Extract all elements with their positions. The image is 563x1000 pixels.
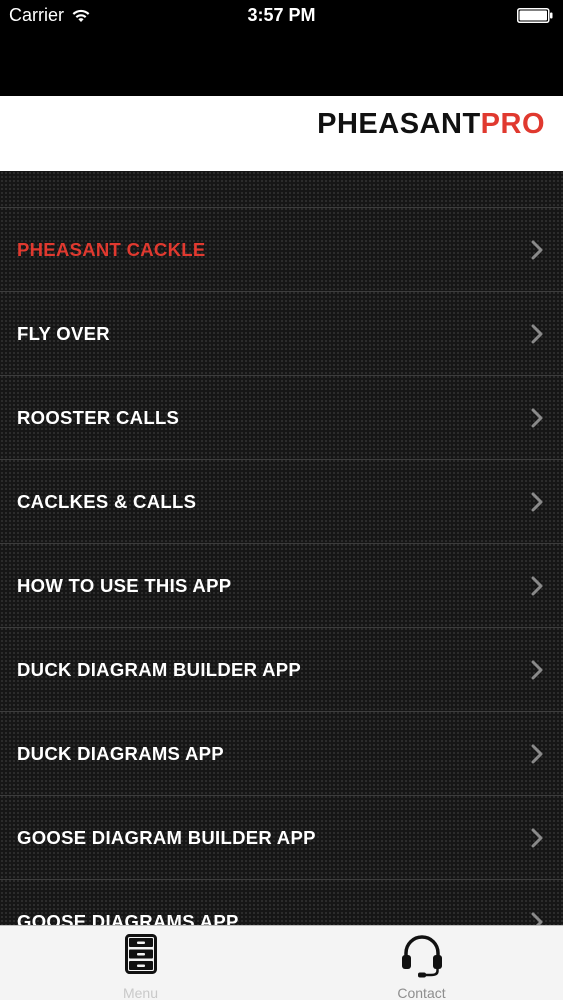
- app-header: PHEASANTPRO: [0, 96, 563, 171]
- app-logo: PHEASANTPRO: [317, 109, 545, 139]
- chevron-right-icon: [531, 324, 543, 344]
- menu-item-how-to-use[interactable]: HOW TO USE THIS APP: [0, 543, 563, 627]
- chevron-right-icon: [531, 576, 543, 596]
- menu-item-label: DUCK DIAGRAMS APP: [17, 743, 224, 764]
- chevron-right-icon: [531, 744, 543, 764]
- headset-icon: [401, 935, 442, 978]
- menu-item-label: PHEASANT CACKLE: [17, 239, 206, 260]
- battery-icon: [517, 8, 553, 23]
- logo-text-pro: PRO: [480, 108, 545, 140]
- menu-list[interactable]: PHEASANT CACKLE FLY OVER ROOSTER CALLS C…: [0, 171, 563, 925]
- file-cabinet-icon: [124, 934, 157, 974]
- menu-item-label: GOOSE DIAGRAMS APP: [17, 911, 239, 925]
- menu-item-label: DUCK DIAGRAM BUILDER APP: [17, 659, 302, 680]
- menu-item-label: ROOSTER CALLS: [17, 407, 180, 428]
- chevron-right-icon: [531, 912, 543, 925]
- logo-text-pheasant: PHEASANT: [317, 108, 481, 140]
- chevron-right-icon: [531, 408, 543, 428]
- menu-item-duck-diagrams[interactable]: DUCK DIAGRAMS APP: [0, 711, 563, 795]
- status-bar: Carrier 3:57 PM: [0, 0, 563, 32]
- tab-contact-label: Contact: [397, 985, 446, 1000]
- chevron-right-icon: [531, 240, 543, 260]
- tab-menu-label: Menu: [122, 985, 159, 1000]
- chevron-right-icon: [531, 492, 543, 512]
- tab-contact[interactable]: Contact: [281, 926, 562, 1000]
- tab-bar: Menu Contact: [0, 925, 563, 1000]
- app-screen: Carrier 3:57 PM PHEASANTPRO PHEASANT CAC…: [0, 0, 563, 1000]
- menu-item-label: CACLKES & CALLS: [17, 491, 197, 512]
- menu-item-goose-diagrams[interactable]: GOOSE DIAGRAMS APP: [0, 879, 563, 925]
- menu-item-duck-diagram-builder[interactable]: DUCK DIAGRAM BUILDER APP: [0, 627, 563, 711]
- menu-item-goose-diagram-builder[interactable]: GOOSE DIAGRAM BUILDER APP: [0, 795, 563, 879]
- chevron-right-icon: [531, 660, 543, 680]
- menu-item-fly-over[interactable]: FLY OVER: [0, 291, 563, 375]
- menu-item-pheasant-cackle[interactable]: PHEASANT CACKLE: [0, 207, 563, 291]
- clock: 3:57 PM: [247, 5, 316, 25]
- menu-item-label: GOOSE DIAGRAM BUILDER APP: [17, 827, 316, 848]
- tab-menu[interactable]: Menu: [0, 926, 281, 1000]
- menu-item-rooster-calls[interactable]: ROOSTER CALLS: [0, 375, 563, 459]
- chevron-right-icon: [531, 828, 543, 848]
- menu-item-label: FLY OVER: [17, 323, 110, 344]
- menu-item-cackles-and-calls[interactable]: CACLKES & CALLS: [0, 459, 563, 543]
- menu-item-label: HOW TO USE THIS APP: [17, 575, 232, 596]
